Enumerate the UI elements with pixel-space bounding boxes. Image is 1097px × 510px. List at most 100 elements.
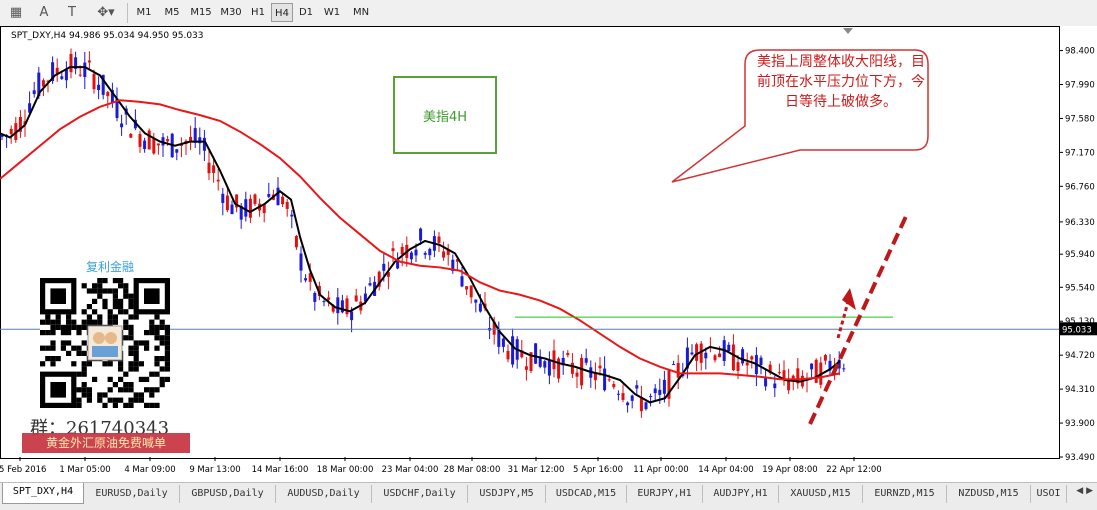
timeframe-w1-button[interactable]: W1	[319, 3, 345, 22]
shapes-icon[interactable]: ✥▾	[92, 3, 120, 22]
qr-cell	[164, 350, 170, 356]
candle-body	[350, 311, 354, 321]
qr-cell	[149, 402, 155, 408]
candle-body	[419, 228, 423, 241]
qr-cell	[50, 356, 56, 362]
qr-cell	[159, 382, 165, 388]
qr-cell	[76, 330, 82, 336]
candle-body	[534, 343, 538, 364]
qr-cell	[149, 392, 155, 398]
qr-cell	[81, 309, 87, 315]
qr-cell	[154, 361, 160, 367]
tab-eurjpy-h1[interactable]: EURJPY,H1	[627, 485, 703, 503]
candle-body	[64, 69, 68, 81]
qr-cell	[128, 397, 134, 403]
qr-cell	[128, 324, 134, 330]
y-tick-label: 96.760	[1065, 182, 1095, 192]
timeframe-h4-button[interactable]: H4	[271, 3, 293, 22]
qr-cell	[40, 330, 46, 336]
timeframe-m30-button[interactable]: M30	[217, 3, 245, 22]
qr-cell	[86, 314, 92, 320]
symbol-info-label: SPT_DXY,H4 94.986 95.034 94.950 95.033	[11, 31, 204, 41]
timeframe-m1-button[interactable]: M1	[131, 3, 157, 22]
timeframe-m5-button[interactable]: M5	[159, 3, 185, 22]
qr-finder-core	[50, 382, 66, 398]
qr-cell	[107, 309, 113, 315]
tab-usoil-partial[interactable]: USOI	[1031, 485, 1067, 503]
qr-cell	[55, 319, 61, 325]
candle-body	[524, 366, 528, 370]
x-tick-label: 19 Apr 08:00	[762, 465, 817, 475]
candle-body	[649, 396, 653, 398]
qr-cell	[107, 376, 113, 382]
qr-cell	[86, 397, 92, 403]
tab-audjpy-h1[interactable]: AUDJPY,H1	[703, 485, 779, 503]
qr-cell	[154, 356, 160, 362]
candle-body	[253, 194, 257, 204]
candle-body	[304, 278, 308, 281]
qr-cell	[81, 387, 87, 393]
qr-cell	[159, 366, 165, 372]
x-tick-label: 31 Mar 12:00	[508, 465, 565, 475]
tab-scroll-arrows[interactable]: ◀ ▶	[1076, 486, 1093, 496]
candle-body	[166, 139, 170, 142]
tab-spt-dxy-h4[interactable]: SPT_DXY,H4	[2, 483, 84, 504]
text-icon[interactable]: A	[34, 3, 54, 22]
qr-cell	[123, 402, 129, 408]
x-tick-label: 4 Mar 09:00	[124, 465, 175, 475]
x-tick-label: 25 Feb 2016	[0, 465, 46, 475]
candle-body	[580, 357, 584, 386]
candle-body	[41, 80, 45, 87]
qr-cell	[81, 382, 87, 388]
qr-cell	[128, 345, 134, 351]
callout-text: 美指上周整体收大阳线，目前顶在水平压力位下方，今日等待上破做多。	[757, 54, 925, 110]
candle-body	[285, 201, 289, 209]
qr-cell	[102, 278, 108, 284]
timeframe-mn-button[interactable]: MN	[347, 3, 375, 22]
qr-cell	[128, 314, 134, 320]
tab-eurusd-daily[interactable]: EURUSD,Daily	[84, 485, 180, 503]
candle-body	[322, 301, 326, 303]
qr-cell	[55, 356, 61, 362]
qr-cell	[81, 366, 87, 372]
tab-xauusd-m15[interactable]: XAUUSD,M15	[779, 485, 863, 503]
tab-audusd-daily[interactable]: AUDUSD,Daily	[276, 485, 372, 503]
chart-toolbar: ▦ A T ✥▾ M1 M5 M15 M30 H1 H4 D1 W1 MN	[0, 0, 1097, 27]
qr-cell	[92, 319, 98, 325]
grid-icon[interactable]: ▦	[6, 3, 26, 22]
qr-cell	[159, 324, 165, 330]
qr-cell	[102, 304, 108, 310]
qr-cell	[138, 340, 144, 346]
qr-cell	[154, 371, 160, 377]
qr-cell	[128, 350, 134, 356]
candle-body	[557, 358, 561, 379]
qr-cell	[144, 387, 150, 393]
candle-body	[478, 303, 482, 312]
tab-nzdusd-m15[interactable]: NZDUSD,M15	[947, 485, 1031, 503]
tab-gbpusd-daily[interactable]: GBPUSD,Daily	[180, 485, 276, 503]
x-tick-label: 5 Apr 16:00	[573, 465, 623, 475]
qr-cell	[164, 335, 170, 341]
tab-usdcad-m15[interactable]: USDCAD,M15	[546, 485, 627, 503]
qr-cell	[107, 319, 113, 325]
candle-body	[147, 130, 151, 150]
qr-cell	[123, 288, 129, 294]
qr-cell	[45, 345, 51, 351]
qr-cell	[81, 340, 87, 346]
candle-body	[460, 276, 464, 287]
candle-body	[175, 149, 179, 153]
tab-usdjpy-m5[interactable]: USDJPY,M5	[468, 485, 546, 503]
tab-usdchf-daily[interactable]: USDCHF,Daily	[372, 485, 468, 503]
timeframe-h1-button[interactable]: H1	[247, 3, 269, 22]
qr-cell	[138, 392, 144, 398]
qr-cell	[164, 330, 170, 336]
timeframe-d1-button[interactable]: D1	[295, 3, 317, 22]
qr-cell	[149, 371, 155, 377]
qr-cell	[133, 345, 139, 351]
tab-eurnzd-m15[interactable]: EURNZD,M15	[863, 485, 947, 503]
x-tick-label: 14 Apr 04:00	[698, 465, 753, 475]
label-icon[interactable]: T	[62, 3, 82, 22]
timeframe-m15-button[interactable]: M15	[187, 3, 215, 22]
qr-cell	[66, 324, 72, 330]
qr-cell	[107, 314, 113, 320]
